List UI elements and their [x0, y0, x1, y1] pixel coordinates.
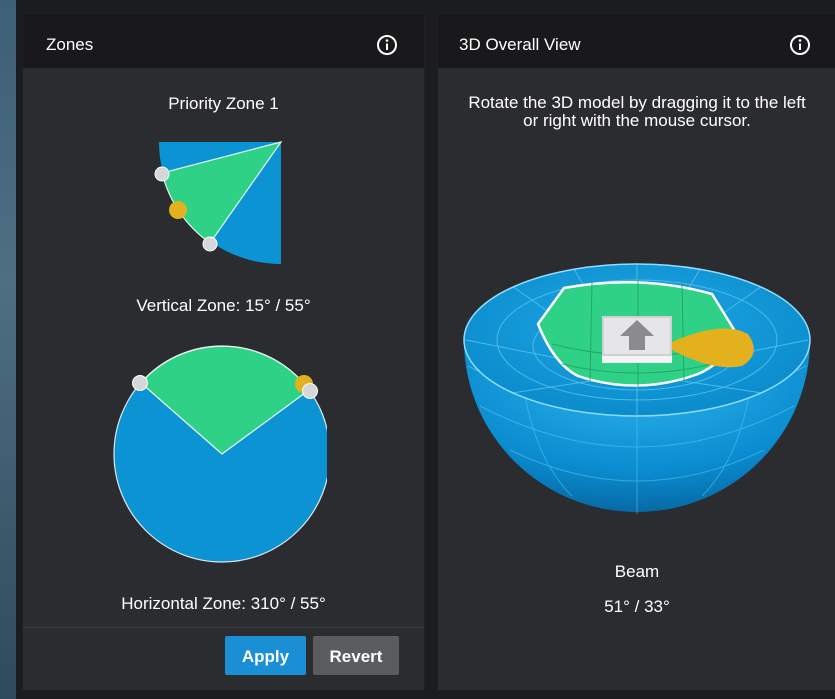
- zones-title: Zones: [46, 35, 94, 54]
- rotate-instructions: Rotate the 3D model by dragging it to th…: [468, 93, 806, 130]
- vertical-beam-handle[interactable]: [169, 201, 187, 219]
- info-icon[interactable]: [376, 34, 398, 56]
- beam-label: Beam: [614, 562, 660, 581]
- horizontal-right-handle[interactable]: [302, 383, 318, 399]
- beam-value: 51° / 33°: [604, 597, 670, 616]
- horizontal-zone-control[interactable]: [111, 342, 327, 564]
- vertical-min-handle[interactable]: [154, 166, 170, 182]
- device-block: [602, 316, 672, 363]
- vertical-max-handle[interactable]: [202, 236, 218, 252]
- apply-button[interactable]: Apply: [225, 636, 306, 675]
- revert-button[interactable]: Revert: [313, 636, 399, 675]
- view-header: 3D Overall View: [438, 14, 835, 68]
- info-icon[interactable]: [789, 34, 811, 56]
- hemisphere-3d-model[interactable]: [462, 256, 814, 522]
- horizontal-left-handle[interactable]: [132, 375, 148, 391]
- background-window: [0, 0, 16, 699]
- horizontal-zone-label: Horizontal Zone: 310° / 55°: [121, 594, 326, 613]
- view-title: 3D Overall View: [459, 35, 581, 54]
- vertical-zone-label: Vertical Zone: 15° / 55°: [136, 296, 311, 315]
- zone-name: Priority Zone 1: [168, 94, 279, 113]
- overall-view-panel: 3D Overall View Rotate the 3D model by d…: [437, 13, 835, 691]
- vertical-zone-control[interactable]: [153, 140, 285, 270]
- footer-divider: [23, 627, 424, 628]
- zones-header: Zones: [23, 14, 424, 68]
- zones-panel: Zones Priority Zone 1 Vertical Zone: 15°…: [22, 13, 425, 691]
